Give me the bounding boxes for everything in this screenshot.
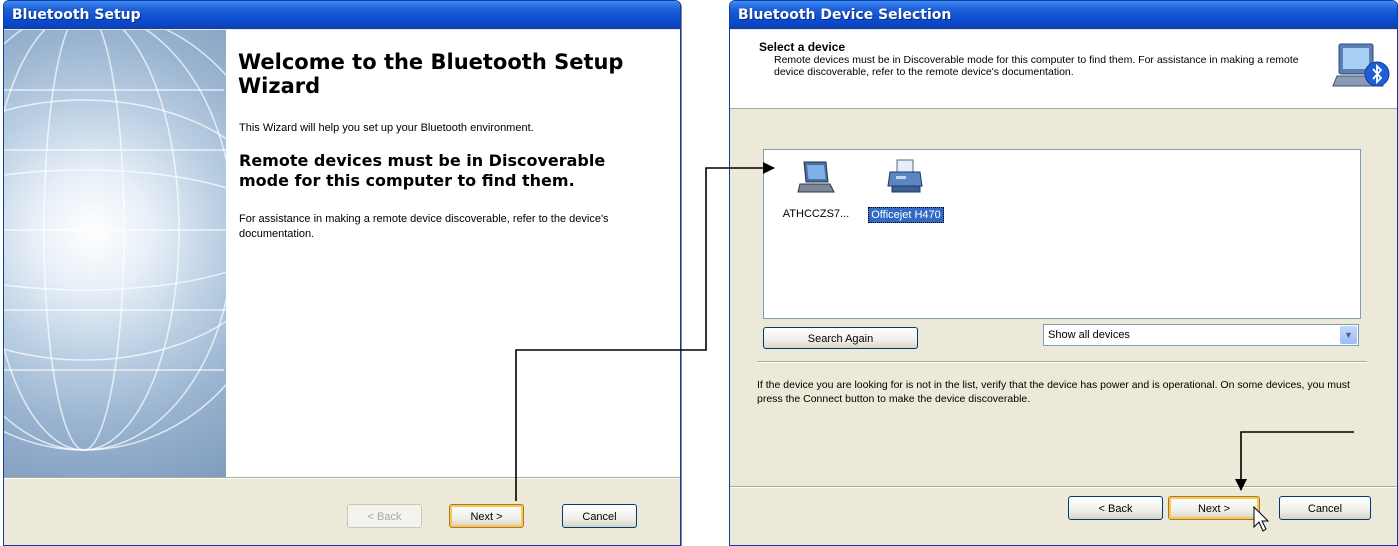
help-text: For assistance in making a remote device… <box>239 213 609 240</box>
device-list[interactable]: ATHCCZS7... Officejet H470 <box>763 149 1361 319</box>
device-filter-dropdown[interactable]: Show all devices ▼ <box>1043 324 1359 346</box>
bluetooth-device-selection-window: Bluetooth Device Selection Select a devi… <box>729 0 1398 546</box>
help-text: If the device you are looking for is not… <box>757 379 1350 405</box>
device-label-selected: Officejet H470 <box>868 207 944 223</box>
window-title[interactable]: Bluetooth Setup <box>4 1 680 29</box>
list-item[interactable]: Officejet H470 <box>860 158 952 223</box>
printer-icon <box>887 159 923 193</box>
back-button[interactable]: < Back <box>347 504 422 528</box>
divider <box>730 486 1397 488</box>
window-title[interactable]: Bluetooth Device Selection <box>730 1 1397 29</box>
globe-banner-image <box>4 30 226 478</box>
cancel-button[interactable]: Cancel <box>562 504 637 528</box>
button-bar: < Back Next > Cancel <box>4 478 680 545</box>
welcome-panel: Welcome to the Bluetooth Setup Wizard Th… <box>226 30 680 478</box>
bluetooth-computer-icon <box>1332 43 1390 87</box>
search-again-button[interactable]: Search Again <box>763 327 918 349</box>
header-panel: Select a device Remote devices must be i… <box>730 30 1397 109</box>
cancel-button[interactable]: Cancel <box>1279 496 1371 520</box>
back-button[interactable]: < Back <box>1068 496 1163 520</box>
device-label: ATHCCZS7... <box>782 208 850 220</box>
header-subtitle: Remote devices must be in Discoverable m… <box>774 54 1299 78</box>
chevron-down-icon[interactable]: ▼ <box>1340 326 1357 344</box>
discoverable-note: Remote devices must be in Discoverable m… <box>239 151 606 190</box>
divider <box>757 361 1367 363</box>
laptop-icon <box>797 161 835 193</box>
list-item[interactable]: ATHCCZS7... <box>770 158 862 221</box>
page-title: Welcome to the Bluetooth Setup Wizard <box>238 50 624 98</box>
intro-text: This Wizard will help you set up your Bl… <box>239 122 534 134</box>
next-button[interactable]: Next > <box>1168 496 1260 520</box>
bluetooth-setup-window: Bluetooth Setup Welcome to the Bluetooth… <box>3 0 681 546</box>
header-title: Select a device <box>759 40 846 54</box>
globe-icon <box>4 30 226 451</box>
next-button[interactable]: Next > <box>449 504 524 528</box>
device-filter-value: Show all devices <box>1048 329 1130 341</box>
